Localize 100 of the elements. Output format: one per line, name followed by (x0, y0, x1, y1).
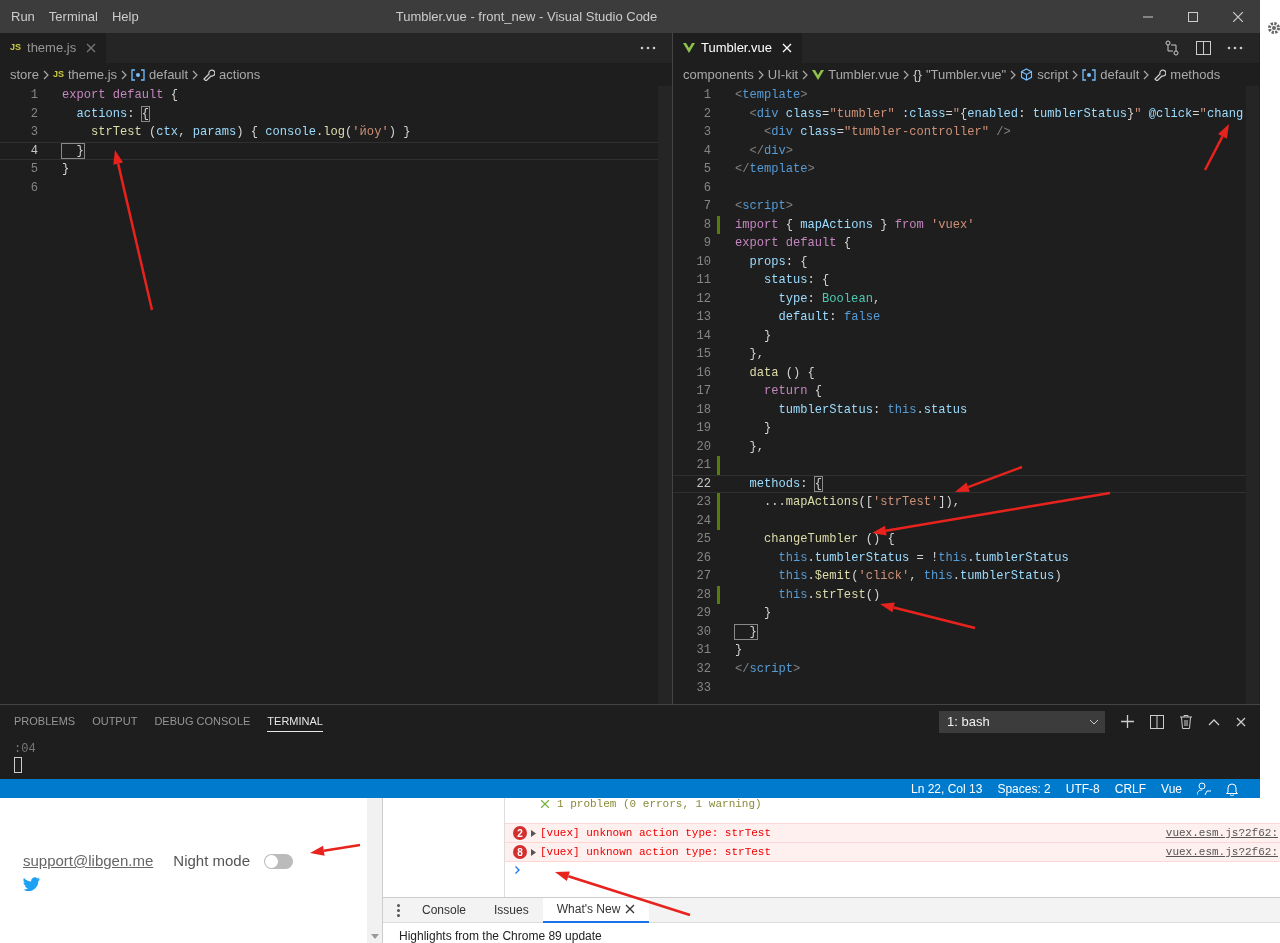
code-line: this.$emit('click', this.tumblerStatus) (777, 568, 1062, 586)
annotation-arrow (1203, 124, 1229, 171)
drawer-tab[interactable]: Console (408, 897, 481, 923)
code-line: strTest (ctx, params) { console.log('йоу') } (90, 124, 411, 142)
bell-icon[interactable] (1226, 781, 1238, 796)
split-terminal-icon[interactable] (1150, 714, 1164, 729)
line-number: 22 (695, 475, 711, 493)
close-icon[interactable] (625, 904, 636, 914)
breadcrumb-item[interactable]: Tumbler.vue (812, 64, 900, 85)
code-line: default: false (777, 309, 881, 327)
error-message: [vuex] unknown action type: strTest (540, 825, 772, 841)
expand-triangle-icon[interactable] (531, 829, 536, 837)
panel-tab[interactable]: TERMINAL (267, 710, 323, 733)
count-badge: 8 (513, 845, 527, 859)
code-line: data () { (748, 364, 815, 382)
bird-icon[interactable] (23, 877, 40, 891)
expand-triangle-icon[interactable] (531, 848, 536, 856)
source-link[interactable]: vuex.esm.js?2f62: (1165, 843, 1280, 861)
breadcrumb-item[interactable]: actions (202, 64, 261, 85)
menu-item[interactable]: Terminal (41, 6, 105, 27)
more-icon[interactable] (640, 46, 656, 50)
prompt-icon (515, 866, 520, 874)
split-editor-icon[interactable] (1196, 41, 1211, 55)
gear-icon[interactable] (1267, 21, 1280, 35)
line-number: 29 (695, 605, 711, 623)
chevron-icon (192, 69, 199, 80)
trash-icon[interactable] (1180, 714, 1192, 729)
caret-icon (1089, 718, 1099, 725)
line-number: 20 (695, 438, 711, 456)
code-line: } (735, 622, 757, 642)
line-number: 1 (702, 87, 711, 104)
menu-item[interactable]: Help (105, 6, 146, 27)
code-line: return { (763, 383, 823, 401)
kebab-menu-icon[interactable] (397, 903, 400, 917)
editor-tab[interactable]: JS theme.js (0, 33, 107, 63)
line-number: 1 (29, 87, 38, 104)
code-line: status: { (763, 272, 830, 290)
scrollbar[interactable] (1246, 86, 1259, 704)
compare-icon[interactable] (1164, 40, 1180, 56)
drawer-tab[interactable]: Issues (480, 897, 543, 923)
panel-tab[interactable]: OUTPUT (92, 711, 138, 732)
status-item[interactable]: Spaces: 2 (997, 779, 1051, 798)
vue-icon (683, 43, 695, 53)
code-line: } (735, 642, 743, 660)
editor-tab[interactable]: Tumbler.vue (673, 33, 803, 63)
email-link[interactable]: support@libgen.me (23, 850, 154, 873)
line-number: 8 (702, 216, 711, 234)
line-number: 6 (702, 179, 711, 197)
code-line: </template> (735, 161, 815, 179)
chevron-up-icon[interactable] (1208, 717, 1220, 726)
code-line: } (763, 327, 772, 345)
breadcrumb-item[interactable]: UI-kit (767, 64, 799, 85)
chevron-icon (802, 69, 809, 80)
line-number: 9 (702, 235, 711, 253)
panel-tab[interactable]: PROBLEMS (14, 711, 76, 732)
line-number: 15 (695, 346, 711, 364)
breadcrumb-item[interactable]: {} "Tumbler.vue" (913, 64, 1007, 85)
breadcrumb-item[interactable]: methods (1153, 64, 1221, 85)
line-number: 3 (29, 124, 38, 142)
breadcrumb-item[interactable]: default (1082, 64, 1140, 85)
annotation-arrow (310, 843, 361, 856)
problem-summary: 1 problem (0 errors, 1 warning) (557, 796, 762, 812)
code-line: type: Boolean, (777, 290, 881, 308)
code-line: } (62, 161, 70, 179)
code-line: <template> (735, 87, 808, 104)
menu-item[interactable]: Run (4, 6, 42, 27)
panel-tab[interactable]: DEBUG CONSOLE (154, 711, 251, 732)
file-type-label: JS (10, 41, 21, 55)
breadcrumb-item[interactable]: default (131, 64, 189, 85)
status-item[interactable]: CRLF (1114, 779, 1147, 798)
chevron-icon (1143, 69, 1150, 80)
wrench-icon (1153, 68, 1167, 81)
code-line: }, (748, 346, 765, 364)
night-mode-toggle[interactable] (264, 853, 294, 869)
code-line: ...mapActions(['strTest']), (763, 494, 960, 512)
drawer-tab[interactable]: What's New (542, 897, 650, 923)
module-icon (1082, 68, 1097, 81)
code-line: }, (748, 438, 765, 456)
source-link[interactable]: vuex.esm.js?2f62: (1165, 824, 1280, 842)
breadcrumb-item[interactable]: store (10, 64, 39, 85)
line-number: 6 (29, 179, 38, 197)
code-line: this.strTest() (777, 586, 881, 604)
breadcrumb-item[interactable]: script (1020, 64, 1069, 85)
status-item[interactable]: Ln 22, Col 13 (911, 779, 983, 798)
breadcrumb-item[interactable]: components (683, 64, 754, 85)
cube-icon (1020, 68, 1034, 81)
status-item[interactable]: UTF-8 (1065, 779, 1100, 798)
maximize-icon[interactable] (1187, 11, 1198, 22)
plus-icon[interactable] (1121, 715, 1134, 728)
breadcrumb-item[interactable]: JS theme.js (52, 64, 118, 85)
line-number: 25 (695, 531, 711, 549)
line-number: 32 (695, 661, 711, 678)
chevron-icon (121, 69, 128, 80)
status-item[interactable]: Vue (1161, 779, 1182, 798)
feedback-icon[interactable] (1197, 781, 1211, 796)
terminal-cursor (14, 757, 22, 773)
line-number: 19 (695, 420, 711, 438)
more-icon[interactable] (1227, 46, 1243, 50)
scrollbar[interactable] (658, 86, 672, 704)
terminal-dropdown[interactable]: 1: bash (939, 710, 1105, 733)
